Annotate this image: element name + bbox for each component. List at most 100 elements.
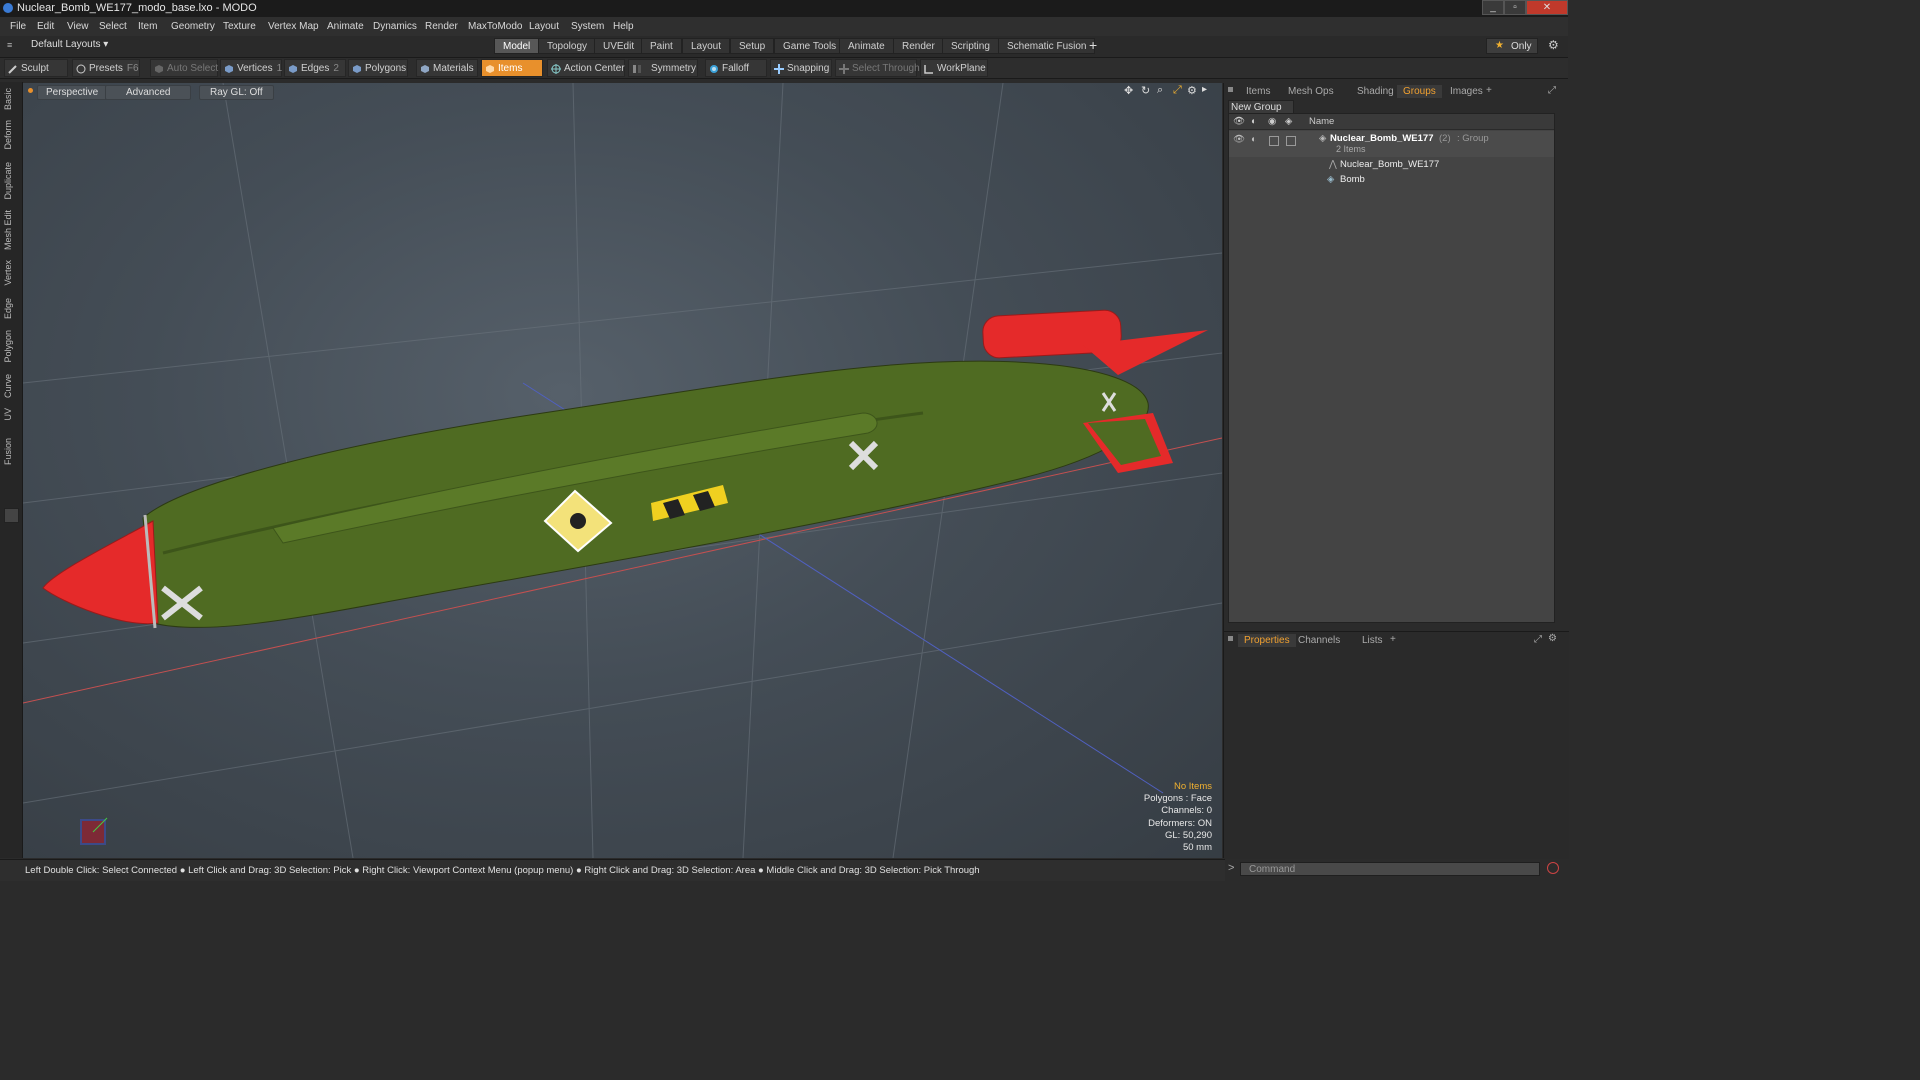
tab-model[interactable]: Model	[494, 38, 540, 54]
row-render-icon[interactable]: ◐	[1251, 134, 1257, 145]
add-properties-tab-button[interactable]: +	[1390, 634, 1396, 645]
tab-render[interactable]: Render	[893, 38, 944, 54]
group-row[interactable]: 👁 ◐ ◈ Nuclear_Bomb_WE177 (2) : Group 2 I…	[1229, 131, 1554, 157]
row-lock-checkbox[interactable]	[1269, 136, 1279, 146]
menu-vertex-map[interactable]: Vertex Map	[268, 21, 319, 32]
pan-icon[interactable]: ✥	[1124, 84, 1133, 97]
tab-shading[interactable]: Shading	[1351, 85, 1400, 98]
properties-expand-icon[interactable]: ⤢	[1534, 634, 1542, 645]
menu-system[interactable]: System	[571, 21, 604, 32]
menu-file[interactable]: File	[10, 21, 26, 32]
panel-menu-icon[interactable]	[1228, 87, 1233, 92]
nuclear-bomb-model[interactable]	[42, 309, 1208, 629]
menu-view[interactable]: View	[67, 21, 89, 32]
tab-paint[interactable]: Paint	[641, 38, 682, 54]
row-select-checkbox[interactable]	[1286, 136, 1296, 146]
menu-maxtomodo[interactable]: MaxToModo	[468, 21, 522, 32]
menu-layout[interactable]: Layout	[529, 21, 559, 32]
tab-items[interactable]: Items	[1240, 85, 1276, 98]
settings-icon[interactable]: ⚙	[1187, 84, 1197, 97]
tab-duplicate[interactable]: Duplicate	[3, 162, 13, 200]
properties-menu-icon[interactable]	[1228, 636, 1233, 641]
tab-edge[interactable]: Edge	[3, 298, 13, 319]
minimize-button[interactable]: _	[1482, 0, 1504, 15]
workplane-button[interactable]: WorkPlane	[920, 59, 988, 77]
materials-button[interactable]: Materials	[416, 59, 478, 77]
menu-geometry[interactable]: Geometry	[171, 21, 215, 32]
tab-images[interactable]: Images	[1444, 85, 1489, 98]
render-toggle-icon[interactable]: ◐	[1251, 116, 1257, 127]
shading-mode-button[interactable]: Advanced	[105, 85, 192, 100]
fit-view-icon[interactable]: ⤢	[1173, 84, 1182, 97]
command-input[interactable]: Command	[1240, 862, 1540, 876]
sculpt-button[interactable]: Sculpt	[4, 59, 68, 77]
tab-properties[interactable]: Properties	[1238, 634, 1296, 647]
3d-viewport[interactable]: Perspective Advanced Ray GL: Off ✥ ↻ ⌕ ⤢…	[23, 83, 1222, 858]
tab-deform[interactable]: Deform	[3, 120, 13, 150]
symmetry-button[interactable]: Symmetry	[628, 59, 698, 77]
toggle-panel-button[interactable]	[4, 508, 19, 523]
viewport-scene[interactable]	[23, 83, 1222, 858]
rotate-icon[interactable]: ↻	[1141, 84, 1150, 97]
menu-select[interactable]: Select	[99, 21, 127, 32]
tree-item-row[interactable]: ◈ Bomb	[1229, 173, 1554, 187]
tab-mesh-ops[interactable]: Mesh Ops	[1282, 85, 1340, 98]
tab-polygon[interactable]: Polygon	[3, 330, 13, 363]
maximize-button[interactable]: ▫	[1504, 0, 1526, 15]
tab-layout[interactable]: Layout	[682, 38, 731, 54]
presets-button[interactable]: Presets F6	[72, 59, 140, 77]
tab-schematic-fusion[interactable]: Schematic Fusion	[998, 38, 1096, 54]
row-eye-icon[interactable]: 👁	[1233, 134, 1245, 145]
auto-select-button[interactable]: Auto Select	[150, 59, 218, 77]
layout-selector[interactable]: Default Layouts ▾	[31, 39, 108, 50]
menu-dynamics[interactable]: Dynamics	[373, 21, 417, 32]
properties-gear-icon[interactable]: ⚙	[1548, 633, 1557, 644]
items-button[interactable]: Items	[481, 59, 543, 77]
close-button[interactable]: ✕	[1526, 0, 1568, 15]
zoom-icon[interactable]: ⌕	[1157, 84, 1163, 97]
tab-uvedit[interactable]: UVEdit	[594, 38, 644, 54]
tab-topology[interactable]: Topology	[538, 38, 597, 54]
expand-icon[interactable]: ⤢	[1548, 85, 1556, 96]
tab-vertex[interactable]: Vertex	[3, 260, 13, 286]
tab-fusion[interactable]: Fusion	[3, 438, 13, 465]
tab-groups[interactable]: Groups	[1397, 85, 1442, 98]
tab-curve[interactable]: Curve	[3, 374, 13, 398]
polygons-button[interactable]: Polygons	[348, 59, 408, 77]
tab-game-tools[interactable]: Game Tools	[774, 38, 846, 54]
tab-mesh-edit[interactable]: Mesh Edit	[3, 210, 13, 250]
menu-item[interactable]: Item	[138, 21, 157, 32]
tab-basic[interactable]: Basic	[3, 88, 13, 110]
edges-button[interactable]: Edges 2	[284, 59, 346, 77]
snapping-button[interactable]: Snapping	[770, 59, 832, 77]
lock-icon[interactable]: ◉	[1268, 116, 1276, 127]
menu-help[interactable]: Help	[613, 21, 634, 32]
tab-scripting[interactable]: Scripting	[942, 38, 999, 54]
menu-animate[interactable]: Animate	[327, 21, 364, 32]
view-type-button[interactable]: Perspective	[37, 85, 108, 100]
select-toggle-icon[interactable]: ◈	[1285, 116, 1292, 127]
falloff-button[interactable]: Falloff	[705, 59, 767, 77]
tab-setup[interactable]: Setup	[730, 38, 775, 54]
gear-icon[interactable]: ⚙	[1548, 38, 1559, 52]
add-tab-button[interactable]: +	[1089, 37, 1097, 53]
record-icon[interactable]	[1547, 862, 1559, 874]
menu-texture[interactable]: Texture	[223, 21, 256, 32]
layout-menu-icon[interactable]: ≡	[7, 40, 15, 50]
action-center-button[interactable]: Action Center	[547, 59, 625, 77]
tab-animate[interactable]: Animate	[839, 38, 894, 54]
tab-lists[interactable]: Lists	[1356, 634, 1389, 647]
tab-channels[interactable]: Channels	[1292, 634, 1346, 647]
select-through-button[interactable]: Select Through	[835, 59, 920, 77]
tab-uv[interactable]: UV	[3, 408, 13, 421]
visibility-eye-icon[interactable]: 👁	[1233, 116, 1245, 127]
tree-item-row[interactable]: ⋀ Nuclear_Bomb_WE177	[1229, 158, 1554, 172]
vertices-button[interactable]: Vertices 1	[220, 59, 282, 77]
viewport-menu-icon[interactable]	[28, 88, 33, 93]
menu-edit[interactable]: Edit	[37, 21, 54, 32]
only-toggle[interactable]: ★ Only	[1486, 38, 1538, 54]
viewport-expand-icon[interactable]: ▸	[1202, 84, 1207, 95]
menu-render[interactable]: Render	[425, 21, 458, 32]
raygl-toggle[interactable]: Ray GL: Off	[199, 85, 274, 100]
add-panel-tab-button[interactable]: +	[1486, 85, 1492, 96]
